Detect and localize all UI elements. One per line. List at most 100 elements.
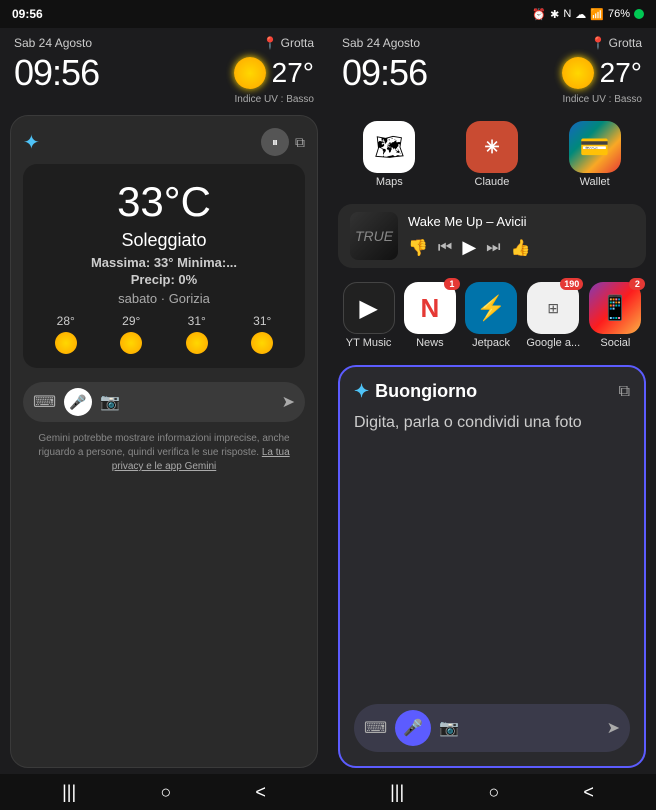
claude-icon[interactable]: ✳ xyxy=(466,121,518,173)
gemini-star-right: ✦ xyxy=(354,381,369,402)
app-social[interactable]: 📱 2 Social xyxy=(589,282,641,349)
thumbs-up-button[interactable]: 👍 xyxy=(511,238,531,258)
googleapps-icon[interactable]: ⊞ 190 xyxy=(527,282,579,334)
uv-index-right: Indice UV : Basso xyxy=(342,94,642,105)
apps-section-right: 🗺 Maps ✳ Claude 💳 Wallet xyxy=(328,109,656,200)
hour-temp-3: 31° xyxy=(188,314,206,328)
pause-button[interactable]: ⏸ xyxy=(261,128,289,156)
app-news[interactable]: N 1 News xyxy=(404,282,456,349)
app-jetpack[interactable]: ⚡ Jetpack xyxy=(465,282,517,349)
pin-icon-left: 📍 xyxy=(263,36,278,50)
date-left: Sab 24 Agosto xyxy=(14,36,92,50)
social-badge: 2 xyxy=(629,278,645,290)
keyboard-icon-left[interactable]: ⌨ xyxy=(33,392,56,412)
gemini-star-left: ✦ xyxy=(23,130,40,155)
input-bar-right[interactable]: ⌨ 🎤 📷 ➤ xyxy=(354,704,630,752)
hour-sun-3 xyxy=(186,332,208,354)
wallet-icon[interactable]: 💳 xyxy=(569,121,621,173)
gemini-header-left: ✦ ⏸ ⧉ xyxy=(23,128,305,156)
sun-icon-left xyxy=(234,57,266,89)
status-time: 09:56 xyxy=(12,7,43,21)
external-link-icon[interactable]: ⧉ xyxy=(295,134,305,151)
navigation-bar: ||| ○ < ||| ○ < xyxy=(0,774,656,810)
nav-home-right[interactable]: ○ xyxy=(488,782,499,803)
input-bar-left[interactable]: ⌨ 🎤 📷 ➤ xyxy=(23,382,305,422)
gemini-title-right: ✦ Buongiorno xyxy=(354,381,477,402)
big-temp: 33°C xyxy=(37,178,291,226)
album-art: TRUE xyxy=(350,212,398,260)
music-info: Wake Me Up – Avicii 👎 ⏮ ▶ ⏭ 👍 xyxy=(408,214,634,258)
maps-icon[interactable]: 🗺 xyxy=(363,121,415,173)
mic-button-right[interactable]: 🎤 xyxy=(395,710,431,746)
gemini-disclaimer: Gemini potrebbe mostrare informazioni im… xyxy=(23,428,305,478)
sun-icon-right xyxy=(562,57,594,89)
hour-temp-2: 29° xyxy=(122,314,140,328)
mic-button-left[interactable]: 🎤 xyxy=(64,388,92,416)
nav-menu-left[interactable]: ||| xyxy=(62,782,76,803)
gemini-title-row-right: ✦ Buongiorno ⧉ xyxy=(354,381,630,402)
thumbs-down-button[interactable]: 👎 xyxy=(408,238,428,258)
hour-temp-1: 28° xyxy=(57,314,75,328)
camera-icon-right[interactable]: 📷 xyxy=(439,718,459,738)
time-temp-row-right: 09:56 27° xyxy=(342,52,642,94)
apps-row-1: 🗺 Maps ✳ Claude 💳 Wallet xyxy=(338,121,646,188)
hour-sun-4 xyxy=(251,332,273,354)
apps-section-right-2: ▶ YT Music N 1 News ⚡ Jetpack ⊞ xyxy=(328,272,656,359)
nav-menu-right[interactable]: ||| xyxy=(390,782,404,803)
maps-label: Maps xyxy=(376,176,403,188)
googleapps-badge: 190 xyxy=(560,278,583,290)
gemini-controls-left: ⏸ ⧉ xyxy=(261,128,305,156)
gemini-subtitle-right: Digita, parla o condividi una foto xyxy=(354,412,630,694)
music-title: Wake Me Up – Avicii xyxy=(408,214,634,229)
jetpack-label: Jetpack xyxy=(472,337,510,349)
date-right: Sab 24 Agosto xyxy=(342,36,420,50)
weather-header-right: Sab 24 Agosto 📍 Grotta 09:56 27° Indice … xyxy=(328,28,656,109)
news-icon[interactable]: N 1 xyxy=(404,282,456,334)
date-row-left: Sab 24 Agosto 📍 Grotta xyxy=(14,36,314,50)
app-claude[interactable]: ✳ Claude xyxy=(466,121,518,188)
rewind-button[interactable]: ⏮ xyxy=(438,239,452,257)
fast-forward-button[interactable]: ⏭ xyxy=(486,239,500,257)
location-left: 📍 Grotta xyxy=(263,36,314,50)
pin-icon-right: 📍 xyxy=(591,36,606,50)
nav-home-left[interactable]: ○ xyxy=(160,782,171,803)
time-left: 09:56 xyxy=(14,52,99,94)
hour-temp-4: 31° xyxy=(253,314,271,328)
app-maps[interactable]: 🗺 Maps xyxy=(363,121,415,188)
battery-text: 76% xyxy=(608,8,630,20)
music-widget: TRUE Wake Me Up – Avicii 👎 ⏮ ▶ ⏭ 👍 xyxy=(338,204,646,268)
hour-item-4: 31° xyxy=(234,314,292,354)
camera-icon-left[interactable]: 📷 xyxy=(100,392,120,412)
weather-max-min: Massima: 33° Minima:... xyxy=(37,255,291,270)
nav-back-right[interactable]: < xyxy=(583,782,594,803)
nav-left: ||| ○ < xyxy=(0,774,328,810)
hour-item-3: 31° xyxy=(168,314,226,354)
jetpack-icon[interactable]: ⚡ xyxy=(465,282,517,334)
gemini-widget-left: ✦ ⏸ ⧉ 33°C Soleggiato Massima: 33° Minim… xyxy=(10,115,318,768)
nav-back-left[interactable]: < xyxy=(255,782,266,803)
hourly-row: 28° 29° 31° 31° xyxy=(37,314,291,354)
social-icon[interactable]: 📱 2 xyxy=(589,282,641,334)
temp-widget-left: 27° xyxy=(234,57,314,89)
ytmusic-icon[interactable]: ▶ xyxy=(343,282,395,334)
play-button[interactable]: ▶ xyxy=(462,237,476,258)
send-button-right[interactable]: ➤ xyxy=(607,718,620,738)
app-wallet[interactable]: 💳 Wallet xyxy=(569,121,621,188)
time-temp-row-left: 09:56 27° xyxy=(14,52,314,94)
app-ytmusic[interactable]: ▶ YT Music xyxy=(343,282,395,349)
hour-item-2: 29° xyxy=(103,314,161,354)
gemini-widget-right: ✦ Buongiorno ⧉ Digita, parla o condividi… xyxy=(338,365,646,768)
app-googleapps[interactable]: ⊞ 190 Google a... xyxy=(526,282,580,349)
right-panel: Sab 24 Agosto 📍 Grotta 09:56 27° Indice … xyxy=(328,28,656,774)
send-button-left[interactable]: ➤ xyxy=(282,392,295,412)
weather-city: sabato · Gorizia xyxy=(37,291,291,306)
claude-label: Claude xyxy=(475,176,510,188)
weather-card-left: 33°C Soleggiato Massima: 33° Minima:... … xyxy=(23,164,305,368)
location-right: 📍 Grotta xyxy=(591,36,642,50)
signal-icon: 📶 xyxy=(590,8,604,21)
temp-left: 27° xyxy=(272,57,314,89)
album-art-inner: TRUE xyxy=(350,212,398,260)
keyboard-icon-right[interactable]: ⌨ xyxy=(364,718,387,738)
social-label: Social xyxy=(600,337,630,349)
external-link-right[interactable]: ⧉ xyxy=(619,383,630,401)
